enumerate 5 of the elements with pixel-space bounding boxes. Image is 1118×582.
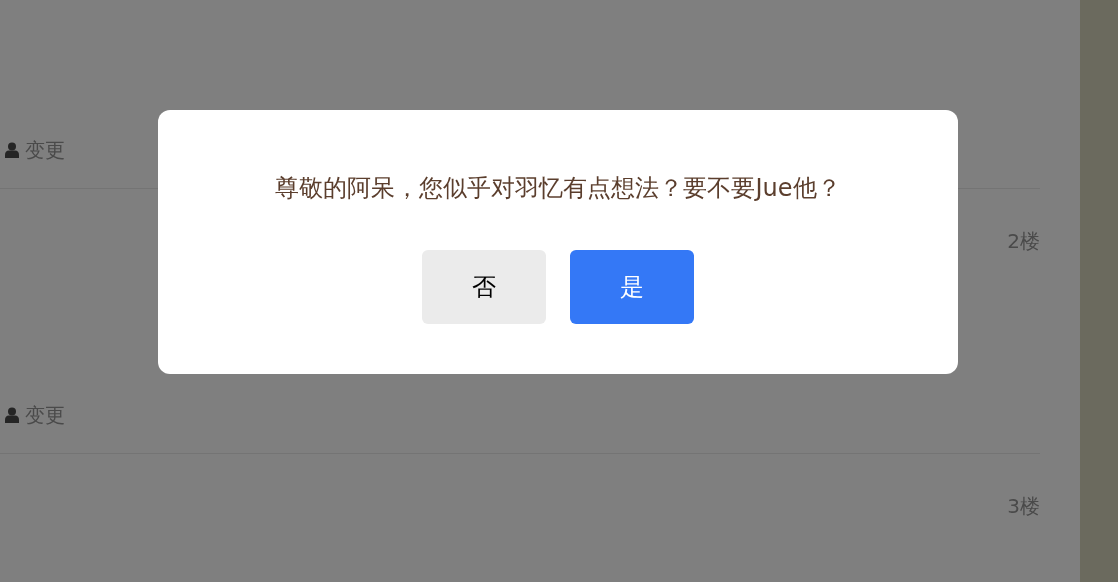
cancel-button[interactable]: 否 xyxy=(422,250,546,324)
dialog-message: 尊敬的阿呆，您似乎对羽忆有点想法？要不要Jue他？ xyxy=(275,173,841,204)
user-icon xyxy=(5,407,19,423)
user-icon xyxy=(5,142,19,158)
confirm-button[interactable]: 是 xyxy=(570,250,694,324)
